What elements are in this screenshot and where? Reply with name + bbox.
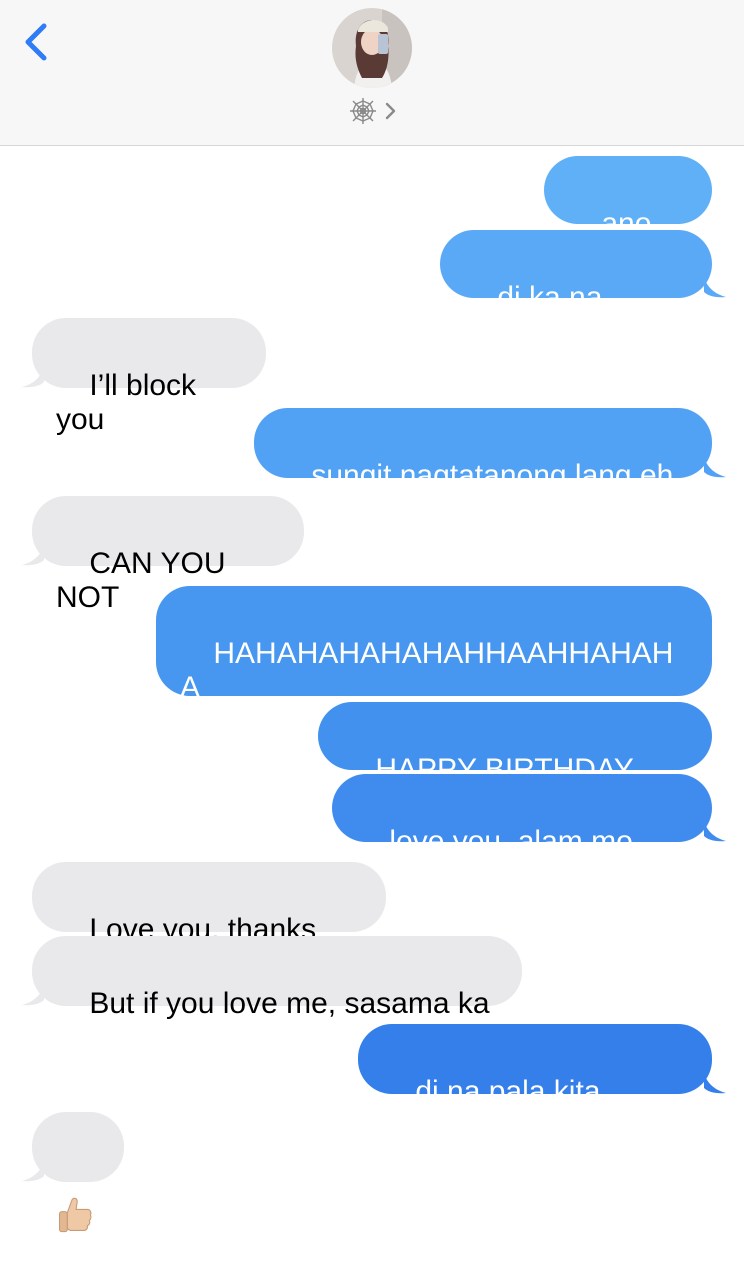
incoming-message[interactable]: CAN YOU NOT: [32, 496, 304, 614]
message-text: HAHAHAHAHAHAHHAAHHAHAH A: [180, 637, 674, 704]
bubble-tail: [704, 1072, 726, 1094]
back-button[interactable]: [18, 20, 58, 70]
outgoing-message[interactable]: ano beh: [544, 156, 712, 274]
incoming-message[interactable]: Love you, thanks: [32, 862, 386, 978]
message-text: love you, alam mo yan: [356, 825, 642, 892]
outgoing-message[interactable]: love you, alam mo yan: [332, 774, 712, 892]
contact-avatar[interactable]: [332, 8, 412, 88]
avatar-photo: [332, 8, 412, 88]
bubble-tail: [22, 544, 44, 566]
spiderweb-icon: [350, 98, 376, 124]
message-text: I’ll block you: [56, 369, 205, 436]
outgoing-message[interactable]: sungit nagtatanong lang eh: [254, 408, 712, 492]
message-text: di ka na binati?: [464, 281, 611, 348]
message-text: sungit nagtatanong lang eh: [311, 459, 674, 492]
chevron-right-icon: [385, 102, 396, 120]
message-thread: ano beh di ka na binati? I’ll block you …: [0, 146, 744, 1233]
bubble-tail: [704, 820, 726, 842]
incoming-message[interactable]: But if you love me, sasama ka: [32, 936, 522, 1020]
message-text: di na pala kita mahal: [382, 1075, 609, 1142]
outgoing-message[interactable]: HAPPY BIRTHDAY JAN: [318, 702, 712, 820]
incoming-message[interactable]: [32, 1112, 124, 1233]
conversation-header: [0, 0, 744, 146]
incoming-message[interactable]: I’ll block you: [32, 318, 266, 436]
bubble-tail: [22, 984, 44, 1006]
outgoing-message[interactable]: di na pala kita mahal: [358, 1024, 712, 1142]
bubble-tail: [22, 1160, 44, 1182]
outgoing-message[interactable]: di ka na binati?: [440, 230, 712, 348]
outgoing-message[interactable]: HAHAHAHAHAHAHHAAHHAHAH A: [156, 586, 712, 704]
bubble-tail: [22, 366, 44, 388]
message-text: But if you love me, sasama ka: [89, 987, 490, 1020]
bubble-tail: [704, 456, 726, 478]
contact-details-button[interactable]: [348, 96, 398, 126]
bubble-tail: [704, 276, 726, 298]
thumbs-up-icon: [58, 1197, 92, 1233]
chevron-left-icon: [25, 23, 47, 61]
